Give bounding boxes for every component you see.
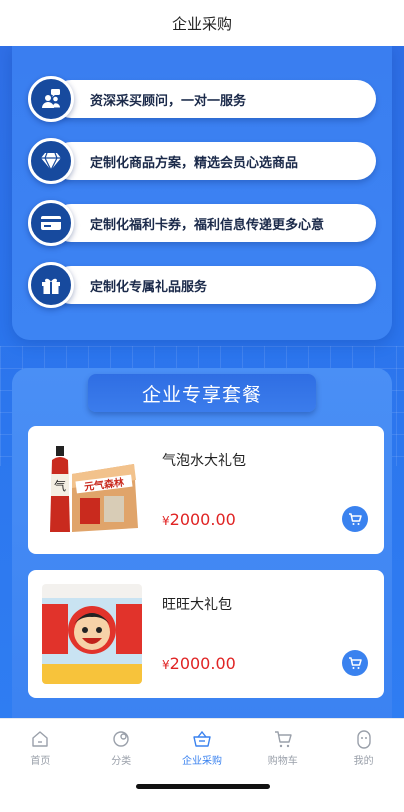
tab-label: 购物车: [267, 755, 298, 767]
service-label: 定制化福利卡券，福利信息传递更多心意: [52, 204, 376, 242]
product-image-wangwang: [42, 584, 142, 684]
product-name: 旺旺大礼包: [162, 597, 232, 613]
gift-icon: [28, 262, 74, 308]
nav-bar: 企业采购: [0, 0, 404, 46]
consultant-icon: [28, 76, 74, 122]
profile-icon: [356, 729, 371, 749]
basket-icon: [193, 730, 211, 747]
package-title-banner: 企业专享套餐: [88, 374, 316, 412]
page-title: 企业采购: [171, 14, 232, 33]
cart-icon: [349, 657, 362, 669]
product-image-sparkling-water: 气 元气森林: [42, 440, 142, 540]
category-icon: [113, 730, 129, 747]
home-indicator[interactable]: [136, 784, 270, 789]
tab-bar: 首页 分类 企业采购 购物车 我的: [0, 718, 404, 776]
tab-profile[interactable]: 我的: [323, 719, 404, 776]
service-item-welfare-coupon[interactable]: 定制化福利卡券，福利信息传递更多心意: [28, 200, 376, 246]
add-to-cart-button[interactable]: [342, 650, 368, 676]
card-icon: [28, 200, 74, 246]
service-item-consultant[interactable]: 资深采买顾问，一对一服务: [28, 76, 376, 122]
package-panel: 企业专享套餐 气 元气森林 气泡水大礼包 ¥2000.00 旺旺大礼包 ¥200…: [12, 368, 392, 718]
tab-label: 首页: [30, 755, 51, 767]
service-item-gift[interactable]: 定制化专属礼品服务: [28, 262, 376, 308]
product-name: 气泡水大礼包: [162, 453, 246, 469]
currency-symbol: ¥: [162, 658, 170, 672]
service-label: 定制化商品方案，精选会员心选商品: [52, 142, 376, 180]
service-label: 资深采买顾问，一对一服务: [52, 80, 376, 118]
tab-home[interactable]: 首页: [0, 719, 81, 776]
tab-category[interactable]: 分类: [81, 719, 162, 776]
tab-label: 分类: [111, 755, 132, 767]
product-card[interactable]: 气 元气森林 气泡水大礼包 ¥2000.00: [28, 426, 384, 554]
tab-label: 企业采购: [181, 755, 222, 767]
currency-symbol: ¥: [162, 514, 170, 528]
product-price: ¥2000.00: [162, 654, 236, 673]
cart-icon: [349, 513, 362, 525]
tab-label: 我的: [353, 755, 374, 767]
home-icon: [32, 730, 49, 747]
home-indicator-area: [0, 776, 404, 812]
service-panel: 资深采买顾问，一对一服务 定制化商品方案，精选会员心选商品 定制化福利卡券，福利…: [12, 46, 392, 340]
package-title: 企业专享套餐: [141, 383, 262, 406]
service-item-product-plan[interactable]: 定制化商品方案，精选会员心选商品: [28, 138, 376, 184]
add-to-cart-button[interactable]: [342, 506, 368, 532]
diamond-icon: [28, 138, 74, 184]
product-card[interactable]: 旺旺大礼包 ¥2000.00: [28, 570, 384, 698]
price-value: 2000.00: [169, 510, 236, 529]
tab-enterprise-purchase[interactable]: 企业采购: [162, 719, 243, 776]
price-value: 2000.00: [169, 654, 236, 673]
service-label: 定制化专属礼品服务: [52, 266, 376, 304]
hero-section: 资深采买顾问，一对一服务 定制化商品方案，精选会员心选商品 定制化福利卡券，福利…: [0, 46, 404, 718]
product-price: ¥2000.00: [162, 510, 236, 529]
tab-cart[interactable]: 购物车: [242, 719, 323, 776]
cart-icon: [274, 730, 292, 747]
svg-text:气: 气: [54, 478, 66, 493]
